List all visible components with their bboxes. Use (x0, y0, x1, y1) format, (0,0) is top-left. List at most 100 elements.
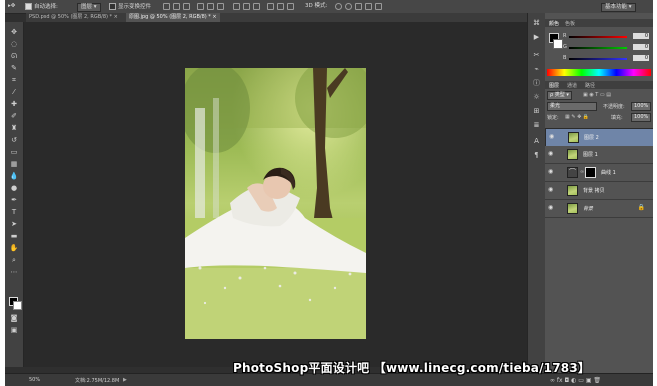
3d-rotate-icon[interactable] (335, 3, 342, 10)
r-track[interactable] (569, 36, 627, 38)
layer-mask-thumbnail[interactable] (585, 167, 596, 178)
align-right-icon[interactable] (217, 3, 224, 10)
tab-paths[interactable]: 路径 (585, 82, 595, 89)
layer-row[interactable]: ◉ 图层 2 (545, 128, 653, 147)
quick-mask-icon[interactable]: ◙ (9, 314, 19, 323)
visibility-eye-icon[interactable]: ◉ (548, 169, 555, 175)
distribute-bottom-icon[interactable] (253, 3, 260, 10)
layer-filter-dropdown[interactable]: ρ 类型 ▾ (547, 91, 572, 100)
more-tools-icon[interactable]: ⋯ (9, 268, 19, 277)
auto-select-checkbox[interactable]: 自动选择: (25, 3, 58, 10)
crop-tool-icon[interactable]: ⌗ (9, 76, 19, 85)
healing-tool-icon[interactable]: ✚ (9, 100, 19, 109)
blend-mode-dropdown[interactable]: 柔光 (547, 102, 597, 111)
layer-row[interactable]: ◉ 图层 1 (545, 146, 653, 164)
canvas-workspace[interactable] (24, 22, 527, 367)
align-middle-icon[interactable] (173, 3, 180, 10)
color-panel-tabs: 颜色 色板 (545, 19, 653, 27)
g-value[interactable]: 0 (633, 44, 649, 50)
layer-row[interactable]: ◉ 背景 🔒 (545, 200, 653, 218)
fill-field[interactable]: 100% (631, 113, 652, 122)
layers-bottom-icons[interactable]: ∞ fx ◘ ◐ ▭ ▣ 🗑 (550, 377, 601, 384)
visibility-eye-icon[interactable]: ◉ (548, 205, 555, 211)
layer-row[interactable]: ◉ ⌒ ∞ 曲线 1 (545, 164, 653, 182)
adjustments-icon[interactable]: ⊞ (532, 107, 541, 115)
document-photo[interactable] (185, 68, 366, 339)
pen-tool-icon[interactable]: ✒ (9, 196, 19, 205)
eyedropper-tool-icon[interactable]: ⁄ (9, 88, 19, 97)
align-bottom-icon[interactable] (183, 3, 190, 10)
b-slider[interactable]: B 0 (563, 55, 651, 62)
tab-original[interactable]: 原图.jpg @ 50% (图层 2, RGB/8) * × (126, 13, 220, 22)
gradient-tool-icon[interactable]: ▦ (9, 160, 19, 169)
move-tool-icon[interactable]: ✥ (9, 28, 19, 37)
color-spectrum[interactable] (547, 69, 651, 76)
tab-channels[interactable]: 通道 (567, 82, 577, 89)
r-slider[interactable]: R 0 (563, 33, 651, 40)
info-icon[interactable]: ⓘ (532, 79, 541, 87)
blur-tool-icon[interactable]: 💧 (9, 172, 19, 181)
b-value[interactable]: 0 (633, 55, 649, 61)
auto-select-dropdown[interactable]: 图层 ▾ (77, 3, 101, 12)
background-color-swatch[interactable] (13, 301, 22, 310)
g-track[interactable] (569, 47, 627, 49)
workspace-value: 基本功能 (605, 4, 628, 10)
g-slider[interactable]: G 0 (563, 44, 651, 51)
zoom-tool-icon[interactable]: ⌕ (9, 256, 19, 265)
tab-swatches[interactable]: 色板 (565, 20, 575, 27)
styles-icon[interactable]: ≣ (532, 121, 541, 129)
tab-layers[interactable]: 图层 (549, 82, 559, 89)
stamp-tool-icon[interactable]: ♜ (9, 124, 19, 133)
workspace-dropdown[interactable]: 基本功能 ▾ (601, 3, 636, 12)
screen-mode-icon[interactable]: ▣ (9, 326, 19, 335)
3d-scale-icon[interactable] (375, 3, 382, 10)
zoom-level[interactable]: 50% (29, 377, 40, 383)
3d-roll-icon[interactable] (345, 3, 352, 10)
type-tool-icon[interactable]: T (9, 208, 19, 217)
tools-preset-icon[interactable]: ✂ (532, 51, 541, 59)
marquee-tool-icon[interactable]: ◌ (9, 40, 19, 49)
3d-slide-icon[interactable] (365, 3, 372, 10)
paragraph-icon[interactable]: ¶ (532, 151, 541, 159)
distribute-center-icon[interactable] (277, 3, 284, 10)
status-arrow-icon[interactable]: ▶ (123, 377, 127, 383)
distribute-top-icon[interactable] (233, 3, 240, 10)
align-center-icon[interactable] (207, 3, 214, 10)
opacity-value: 100% (634, 103, 649, 109)
distribute-right-icon[interactable] (287, 3, 294, 10)
path-select-tool-icon[interactable]: ➤ (9, 220, 19, 229)
3d-drag-icon[interactable] (355, 3, 362, 10)
distribute-left-icon[interactable] (267, 3, 274, 10)
layer-row[interactable]: ◉ 背景 拷贝 (545, 182, 653, 200)
character-icon[interactable]: A (532, 137, 541, 145)
background-swatch[interactable] (553, 39, 563, 49)
move-tool-icon[interactable]: ▸✥ (8, 3, 15, 10)
actions-icon[interactable]: ▶ (532, 33, 541, 41)
brush-tool-icon[interactable]: ✐ (9, 112, 19, 121)
distribute-middle-icon[interactable] (243, 3, 250, 10)
brush-panel-icon[interactable]: ⌁ (532, 65, 541, 73)
history-icon[interactable]: ⌘ (532, 19, 541, 27)
tab-color[interactable]: 颜色 (549, 20, 559, 27)
opacity-field[interactable]: 100% (631, 102, 652, 111)
properties-icon[interactable]: ☼ (532, 93, 541, 101)
visibility-eye-icon[interactable]: ◉ (548, 151, 555, 157)
r-value[interactable]: 0 (633, 33, 649, 39)
b-track[interactable] (569, 58, 627, 60)
lasso-tool-icon[interactable]: ᘏ (9, 52, 19, 61)
eraser-tool-icon[interactable]: ▭ (9, 148, 19, 157)
filter-icons[interactable]: ▣ ◉ T ▭ ▤ (583, 92, 611, 98)
dodge-tool-icon[interactable]: ● (9, 184, 19, 193)
history-brush-tool-icon[interactable]: ↺ (9, 136, 19, 145)
align-top-icon[interactable] (163, 3, 170, 10)
quick-select-tool-icon[interactable]: ✎ (9, 64, 19, 73)
hand-tool-icon[interactable]: ✋ (9, 244, 19, 253)
b-label: B (563, 55, 567, 61)
shape-tool-icon[interactable]: ▬ (9, 232, 19, 241)
show-transform-checkbox[interactable]: 显示变换控件 (109, 3, 151, 10)
align-left-icon[interactable] (197, 3, 204, 10)
tab-psd[interactable]: PSD.psd @ 50% (图层 2, RGB/8) * × (26, 13, 121, 22)
visibility-eye-icon[interactable]: ◉ (548, 187, 555, 193)
lock-icons[interactable]: ▦ ✎ ✥ 🔒 (565, 114, 589, 120)
visibility-eye-icon[interactable]: ◉ (549, 134, 556, 140)
